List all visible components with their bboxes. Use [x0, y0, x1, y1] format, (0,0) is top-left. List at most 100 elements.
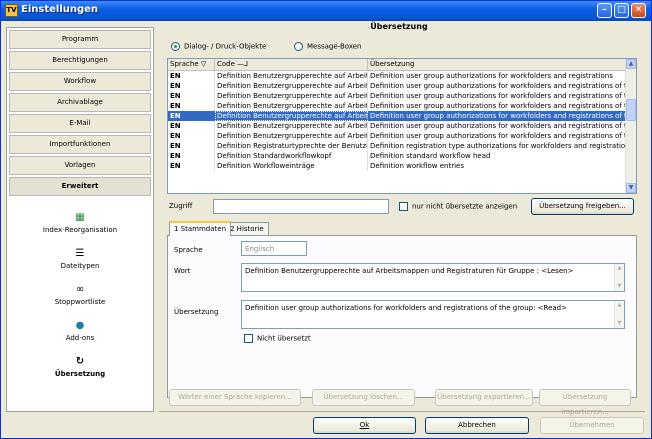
scroll-up-icon[interactable]: ▲	[626, 59, 636, 69]
column-header-sprache[interactable]: Sprache ▽	[168, 59, 215, 71]
cell-code: Definition Benutzergrupperechte auf Arbe…	[217, 71, 368, 81]
checkbox-label: nur nicht übersetzte anzeigen	[412, 202, 518, 211]
cell-translation: Definition registration type authorizati…	[370, 141, 626, 151]
ok-label: Ok	[359, 421, 370, 429]
scroll-up-icon: ▲	[617, 302, 622, 308]
tool-uebersetzung[interactable]: ↻ Übersetzung	[7, 356, 153, 378]
tool-stoppwortliste[interactable]: ∞ Stoppwortliste	[7, 284, 153, 306]
maximize-button[interactable]: □	[614, 3, 629, 18]
radio-label: Dialog- / Druck-Objekte	[184, 42, 267, 51]
cell-translation: Definition user group authorizations for…	[368, 91, 626, 101]
cell-translation: Definition user group authorizations for…	[368, 101, 626, 111]
tool-label: Index-Reorganisation	[42, 226, 118, 234]
radio-label: Message-Boxen	[307, 42, 362, 51]
column-header-uebersetzung[interactable]: Übersetzung	[368, 59, 626, 71]
scroll-thumb[interactable]	[626, 99, 636, 121]
cell-lang: EN	[168, 151, 215, 161]
cell-code: Definition Benutzergrupperechte auf Arbe…	[217, 101, 368, 111]
chain-icon: ∞	[75, 284, 85, 295]
cell-lang: EN	[168, 131, 215, 141]
sidebar-item-erweitert[interactable]: Erweitert	[9, 177, 151, 196]
checkbox-label: Nicht übersetzt	[257, 334, 311, 343]
wort-label: Wort	[174, 267, 191, 275]
uebersetzung-scrollbar[interactable]: ▲ ▼	[614, 301, 624, 328]
close-button[interactable]: ✕	[631, 3, 646, 18]
sort-icon: —⅃	[237, 60, 249, 68]
uebersetzung-label: Übersetzung	[174, 308, 219, 316]
not-translated-checkbox[interactable]: Nicht übersetzt	[244, 334, 311, 343]
table-row[interactable]: EN Definition Benutzergrupperechte auf A…	[168, 121, 626, 131]
table-row[interactable]: EN Definition Workfloweinträge Definitio…	[168, 161, 626, 171]
cell-translation: Definition user group authorizations for…	[368, 121, 626, 131]
column-header-code[interactable]: Code —⅃	[215, 59, 368, 71]
cell-lang: EN	[168, 141, 215, 151]
tool-label: Add-ons	[65, 334, 95, 342]
wort-field[interactable]: Definition Benutzergrupperechte auf Arbe…	[241, 263, 625, 292]
tab-stammdaten[interactable]: 1 Stammdaten	[169, 221, 232, 236]
zugriff-input[interactable]	[213, 199, 389, 214]
main-panel: Übersetzung Dialog- / Druck-Objekte Mess…	[159, 18, 639, 416]
radio-dot	[171, 42, 180, 51]
page-title: Übersetzung	[370, 22, 428, 31]
tab-panel-stammdaten: Sprache Englisch Wort Definition Benutze…	[167, 235, 637, 398]
cell-lang: EN	[168, 91, 215, 101]
untranslated-only-checkbox[interactable]: nur nicht übersetzte anzeigen	[399, 202, 517, 211]
wort-scrollbar[interactable]: ▲ ▼	[614, 264, 624, 291]
tool-index-reorganisation[interactable]: ▦ Index-Reorganisation	[7, 212, 153, 234]
apply-button[interactable]: Übernehmen	[540, 417, 644, 434]
list-icon: ☰	[75, 248, 85, 259]
translation-grid[interactable]: Sprache ▽ Code —⅃ Übersetzung EN Definit…	[167, 58, 637, 194]
tab-historie[interactable]: 2 Historie	[225, 222, 269, 235]
sidebar-item-archivablage[interactable]: Archivablage	[9, 93, 151, 112]
sidebar-item-programm[interactable]: Programm	[9, 30, 151, 49]
table-row[interactable]: EN Definition Benutzergrupperechte auf A…	[168, 81, 626, 91]
delete-translation-button[interactable]: Übersetzung löschen...	[312, 389, 415, 406]
cell-code: Definition Benutzergrupperechte auf Arbe…	[217, 81, 368, 91]
import-translation-button[interactable]: Übersetzung importieren...	[539, 389, 631, 416]
radio-dot	[294, 42, 303, 51]
filter-icon: ▽	[200, 60, 207, 68]
table-row-selected[interactable]: EN Definition Benutzergrupperechte auf A…	[168, 111, 626, 121]
uebersetzung-value: Definition user group authorizations for…	[245, 304, 567, 312]
sidebar-item-email[interactable]: E-Mail	[9, 114, 151, 133]
globe-icon: ●	[75, 320, 85, 331]
cell-code: Definition Benutzergrupperechte auf Arbe…	[217, 121, 368, 131]
radio-dialog-objects[interactable]: Dialog- / Druck-Objekte	[171, 42, 266, 51]
zugriff-label: Zugriff	[169, 202, 193, 210]
sidebar-item-workflow[interactable]: Workflow	[9, 72, 151, 91]
release-translation-button[interactable]: Übersetzung freigeben...	[531, 198, 634, 215]
radio-message-boxes[interactable]: Message-Boxen	[294, 42, 362, 51]
tool-add-ons[interactable]: ● Add-ons	[7, 320, 153, 342]
cell-translation: Definition user group authorizations for…	[368, 71, 626, 81]
cell-code: Definition Workfloweinträge	[215, 161, 368, 171]
sidebar-item-importfunktionen[interactable]: Importfunktionen	[9, 135, 151, 154]
tool-label: Stoppwortliste	[54, 298, 106, 306]
table-row[interactable]: EN Definition Benutzergrupperechte auf A…	[168, 101, 626, 111]
table-row[interactable]: EN Definition Benutzergrupperechte auf A…	[168, 131, 626, 141]
table-row[interactable]: EN Definition Registraturtyprechte der B…	[168, 141, 626, 151]
detail-tabs: 1 Stammdaten 2 Historie Sprache Englisch…	[167, 221, 637, 398]
sprache-label: Sprache	[174, 246, 203, 254]
copy-language-words-button[interactable]: Wörter einer Sprache kopieren...	[169, 389, 301, 406]
cell-lang: EN	[168, 161, 215, 171]
ok-button[interactable]: Ok	[313, 417, 416, 434]
cell-lang: EN	[168, 81, 215, 91]
tool-dateitypen[interactable]: ☰ Dateitypen	[7, 248, 153, 270]
cell-code: Definition Benutzergrupperechte auf Arbe…	[215, 111, 368, 121]
app-icon: TV	[5, 4, 18, 17]
export-translation-button[interactable]: Übersetzung exportieren...	[435, 389, 533, 406]
cancel-button[interactable]: Abbrechen	[425, 417, 529, 434]
cell-lang: EN	[168, 101, 215, 111]
minimize-button[interactable]: –	[597, 3, 612, 18]
table-row[interactable]: EN Definition Benutzergrupperechte auf A…	[168, 91, 626, 101]
wort-value: Definition Benutzergrupperechte auf Arbe…	[245, 267, 574, 275]
sidebar-item-berechtigungen[interactable]: Berechtigungen	[9, 51, 151, 70]
table-row[interactable]: EN Definition Benutzergrupperechte auf A…	[168, 71, 626, 81]
sidebar-item-vorlagen[interactable]: Vorlagen	[9, 156, 151, 175]
uebersetzung-field[interactable]: Definition user group authorizations for…	[241, 300, 625, 329]
scroll-down-icon[interactable]: ▼	[626, 183, 636, 193]
table-row[interactable]: EN Definition Standardworkflowkopf Defin…	[168, 151, 626, 161]
grid-scrollbar[interactable]: ▲ ▼	[625, 59, 636, 193]
grid-header: Sprache ▽ Code —⅃ Übersetzung	[168, 59, 626, 71]
checkbox-box	[399, 202, 408, 211]
